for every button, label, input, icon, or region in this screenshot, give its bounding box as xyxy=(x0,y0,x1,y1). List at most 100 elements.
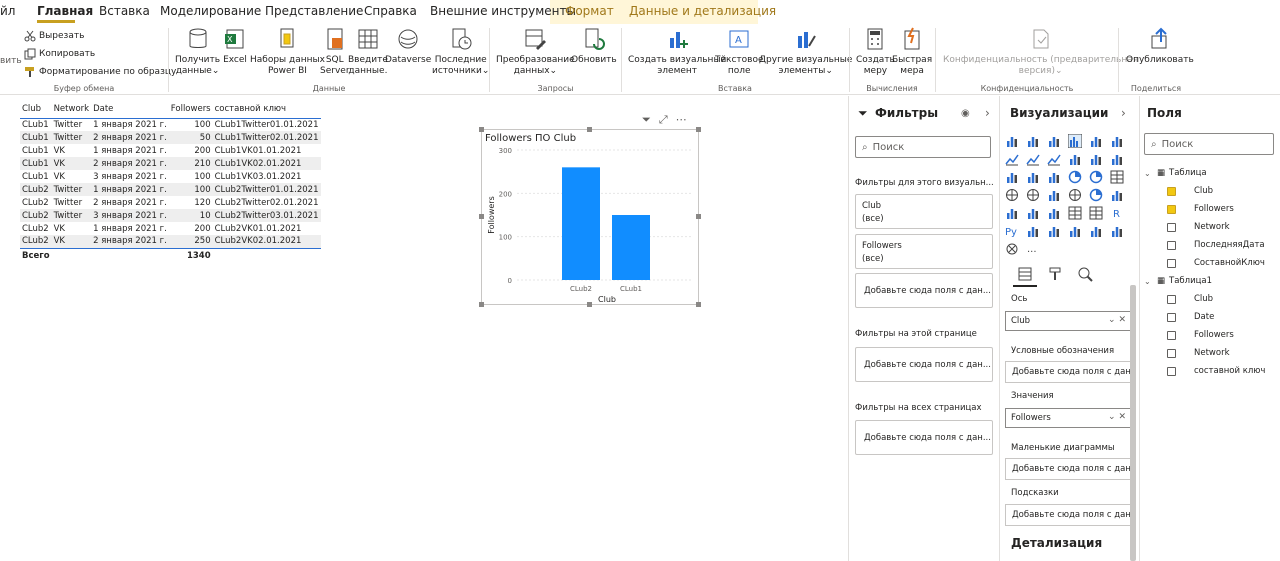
filter-icon[interactable]: ⏷ xyxy=(642,113,651,127)
field-item[interactable]: Network xyxy=(1167,222,1230,232)
more-visuals-button[interactable]: Другие визуальные элементы⌄ xyxy=(759,26,852,77)
field-item[interactable]: Followers xyxy=(1167,204,1234,214)
eye-icon[interactable]: ◉ xyxy=(961,108,970,119)
clustered-column-icon[interactable] xyxy=(1068,134,1082,148)
table-row[interactable]: CLub2 Twitter 1 января 2021 г. 100 CLub2Twit… xyxy=(20,183,321,196)
small-multiples-drop-zone[interactable]: Добавьте сюда поля с дан... xyxy=(1005,458,1131,480)
format-painter-button[interactable]: Форматирование по образцу xyxy=(24,66,176,78)
remove-field-icon[interactable]: ⌄ ✕ xyxy=(1108,315,1126,325)
filter-card-followers[interactable]: Followers (все) xyxy=(855,234,993,269)
publish-button[interactable]: Опубликовать xyxy=(1126,26,1194,66)
column-header[interactable]: Followers xyxy=(168,100,213,119)
column-header[interactable]: составной ключ xyxy=(212,100,321,119)
tab-modeling[interactable]: Моделирование xyxy=(160,4,261,18)
table-row[interactable]: CLub1 Twitter 1 января 2021 г. 100 CLub1Twit… xyxy=(20,118,321,131)
filters-search-input[interactable]: ⌕ Поиск xyxy=(855,136,991,158)
tab-home[interactable]: Главная xyxy=(37,4,93,18)
filled-map-icon[interactable] xyxy=(1026,188,1040,202)
power-automate-icon[interactable] xyxy=(1005,242,1019,256)
scatter-icon[interactable] xyxy=(1047,170,1061,184)
python-visual-icon[interactable]: Py xyxy=(1005,224,1019,238)
resize-handle[interactable] xyxy=(479,302,484,307)
sql-server-button[interactable]: SQL Server xyxy=(320,26,350,77)
expand-chevron-icon[interactable]: ⌄ xyxy=(1144,169,1153,178)
tooltips-drop-zone[interactable]: Добавьте сюда поля с дан... xyxy=(1005,504,1131,526)
field-item[interactable]: Network xyxy=(1167,348,1230,358)
powerbi-datasets-button[interactable]: Наборы данных Power BI xyxy=(250,26,325,77)
paginated-icon[interactable] xyxy=(1089,224,1103,238)
field-checkbox[interactable] xyxy=(1167,312,1176,322)
field-item[interactable]: составной ключ xyxy=(1167,366,1265,376)
card-icon[interactable] xyxy=(1110,188,1124,202)
r-visual-icon[interactable]: R xyxy=(1110,206,1124,220)
field-item[interactable]: Followers xyxy=(1167,330,1234,340)
line-column-icon[interactable] xyxy=(1068,152,1082,166)
field-item[interactable]: ПоследняяДата xyxy=(1167,240,1265,250)
gauge-icon[interactable] xyxy=(1089,188,1103,202)
ribbon-chart-icon[interactable] xyxy=(1110,152,1124,166)
paste-button[interactable]: вить xyxy=(0,56,22,66)
waterfall-icon[interactable] xyxy=(1005,170,1019,184)
field-item[interactable]: СоставнойКлюч xyxy=(1167,258,1265,268)
table-row[interactable]: CLub2 Twitter 3 января 2021 г. 10 CLub2Twitt… xyxy=(20,209,321,222)
report-canvas[interactable]: Club Network Date Followers составной кл… xyxy=(0,96,848,561)
all-pages-filter-drop-zone[interactable]: Добавьте сюда поля с дан... xyxy=(855,420,993,455)
column-header[interactable]: Date xyxy=(91,100,169,119)
field-checkbox[interactable] xyxy=(1167,222,1176,232)
resize-handle[interactable] xyxy=(479,127,484,132)
tab-external-tools[interactable]: Внешние инструменты xyxy=(430,4,576,18)
collapse-chevron-icon[interactable]: › xyxy=(1121,106,1126,120)
table-row[interactable]: CLub2 VK 1 января 2021 г. 200 CLub2VK01.01.2… xyxy=(20,222,321,235)
100-bar-icon[interactable] xyxy=(1089,134,1103,148)
100-column-icon[interactable] xyxy=(1110,134,1124,148)
fields-search-input[interactable]: ⌕ Поиск xyxy=(1144,133,1274,155)
azure-map-icon[interactable] xyxy=(1068,188,1082,202)
resize-handle[interactable] xyxy=(696,214,701,219)
cut-button[interactable]: Вырезать xyxy=(24,30,84,42)
treemap-icon[interactable] xyxy=(1110,170,1124,184)
tab-file[interactable]: йл xyxy=(0,4,15,18)
field-checkbox[interactable] xyxy=(1167,330,1176,340)
field-item[interactable]: Date xyxy=(1167,312,1214,322)
table-row[interactable]: CLub2 Twitter 2 января 2021 г. 120 CLub2Twit… xyxy=(20,196,321,209)
field-item[interactable]: Club xyxy=(1167,186,1213,196)
resize-handle[interactable] xyxy=(696,302,701,307)
table-row[interactable]: CLub1 VK 2 января 2021 г. 210 CLub1VK02.01.2… xyxy=(20,157,321,170)
kpi-icon[interactable] xyxy=(1026,206,1040,220)
collapse-chevron-icon[interactable]: › xyxy=(985,106,990,120)
visualizations-scrollbar[interactable] xyxy=(1130,285,1136,561)
more-options-icon[interactable]: ⋯ xyxy=(676,113,687,127)
sensitivity-button[interactable]: Конфиденциальность (предварительная верси… xyxy=(943,26,1138,77)
column-header[interactable]: Network xyxy=(51,100,92,119)
resize-handle[interactable] xyxy=(479,214,484,219)
multirow-card-icon[interactable] xyxy=(1005,206,1019,220)
quick-measure-button[interactable]: Быстрая мера xyxy=(892,26,932,77)
recent-sources-button[interactable]: Последние источники⌄ xyxy=(432,26,489,77)
focus-mode-icon[interactable]: ⤢ xyxy=(659,113,668,127)
column-header[interactable]: Club xyxy=(20,100,52,119)
refresh-button[interactable]: Обновить xyxy=(571,26,617,66)
more-visuals-icon[interactable]: ... xyxy=(1026,242,1040,256)
field-checkbox[interactable] xyxy=(1167,348,1176,358)
textbox-button[interactable]: A Текстовое поле xyxy=(715,26,764,77)
tab-view[interactable]: Представление xyxy=(265,4,363,18)
analytics-magnifier-icon[interactable] xyxy=(1077,266,1093,282)
field-checkbox[interactable] xyxy=(1167,240,1176,250)
stacked-bar-icon[interactable] xyxy=(1005,134,1019,148)
field-item[interactable]: Club xyxy=(1167,294,1213,304)
key-influencers-icon[interactable] xyxy=(1026,224,1040,238)
dataverse-button[interactable]: Dataverse xyxy=(385,26,431,66)
donut-icon[interactable] xyxy=(1089,170,1103,184)
table-visual[interactable]: Club Network Date Followers составной кл… xyxy=(20,100,321,263)
power-apps-icon[interactable] xyxy=(1110,224,1124,238)
qa-icon[interactable] xyxy=(1068,224,1082,238)
copy-button[interactable]: Копировать xyxy=(24,48,95,60)
decomposition-tree-icon[interactable] xyxy=(1047,224,1061,238)
field-checkbox[interactable] xyxy=(1167,204,1176,214)
stacked-column-icon[interactable] xyxy=(1026,134,1040,148)
field-checkbox[interactable] xyxy=(1167,294,1176,304)
field-table-node[interactable]: ⌄ ▦ Таблица1 xyxy=(1144,276,1212,286)
table-row[interactable]: CLub1 Twitter 2 января 2021 г. 50 CLub1Twitt… xyxy=(20,131,321,144)
area-chart-icon[interactable] xyxy=(1026,152,1040,166)
filter-card-club[interactable]: Club (все) xyxy=(855,194,993,229)
